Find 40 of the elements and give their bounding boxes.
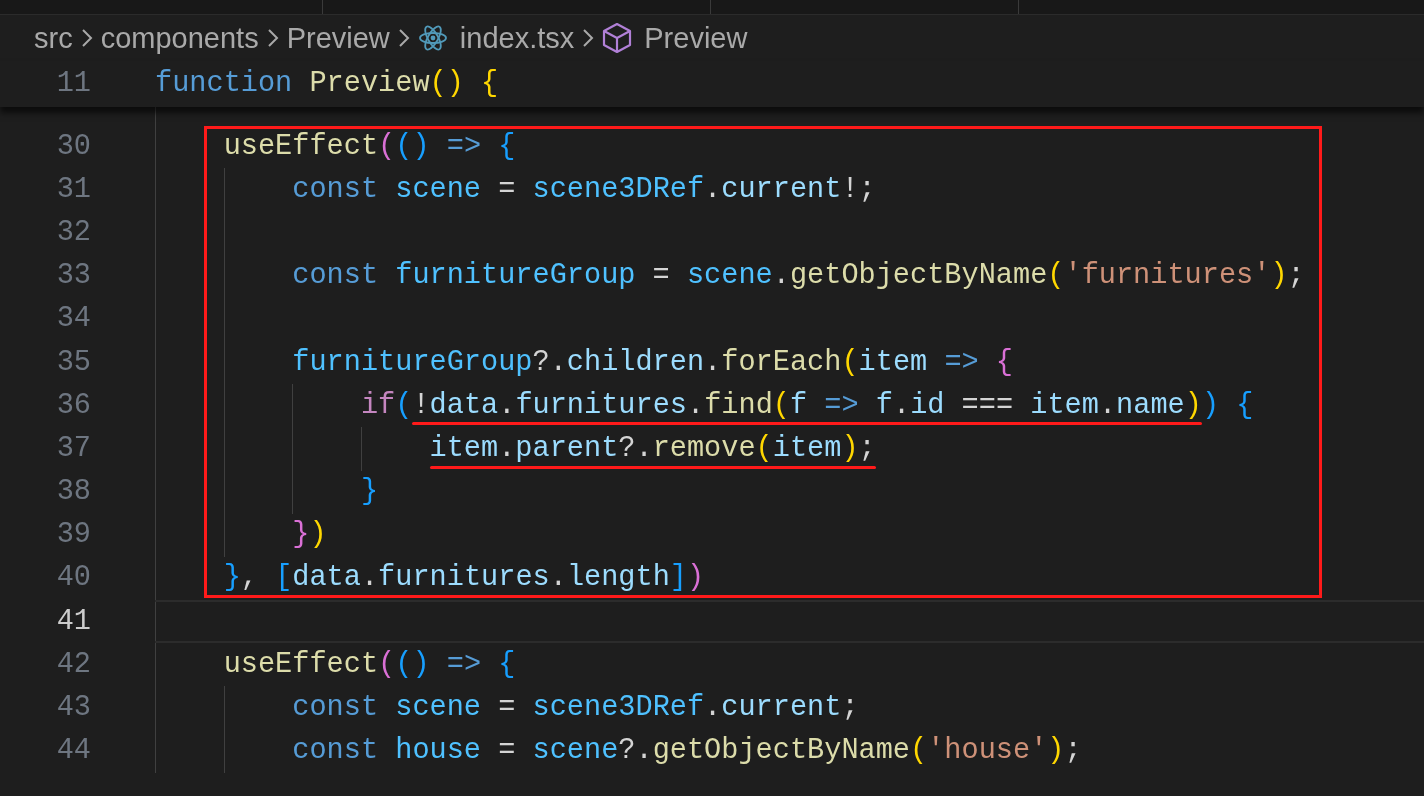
line-number: 44 [55,736,92,767]
breadcrumb-item[interactable]: index.tsx [459,21,575,55]
line-number: 33 [55,261,92,292]
line-number: 42 [55,649,92,680]
code-line: useEffect(() => { [223,131,516,162]
line-number: 32 [55,217,92,248]
line-number: 43 [55,693,92,724]
line-number: 40 [55,563,92,594]
breadcrumb-item[interactable]: components [100,21,259,55]
code-line: function Preview() { [155,69,499,99]
line-number: 38 [55,477,92,508]
code-line: item.parent?.remove(item); [429,433,876,464]
chevron-icon [266,28,279,48]
line-number: 35 [55,347,92,378]
code-line: const house = scene?.getObjectByName('house'); [292,736,1082,767]
line-number: 39 [55,520,92,551]
code-line: }) [292,520,327,551]
chevron-icon [80,28,93,48]
code-line: const scene = scene3DRef.current!; [292,174,876,205]
code-line: const furnitureGroup = scene.getObjectByName('furnitures'); [292,261,1305,292]
code-line: }, [data.furnitures.length]) [223,563,705,594]
breadcrumb-item[interactable]: Preview [286,21,390,55]
code-line: furnitureGroup?.children.forEach(item => { [292,347,1014,378]
line-number: 36 [55,390,92,421]
code-line: const scene = scene3DRef.current; [292,693,859,724]
line-number: 34 [55,304,92,335]
chevron-icon [582,28,595,48]
line-number: 11 [55,69,92,99]
line-number: 31 [55,174,92,205]
code-line: useEffect(() => { [223,649,516,680]
breadcrumb-item[interactable]: Preview [644,21,748,55]
line-number: 41 [55,606,92,637]
code-line: if(!data.furnitures.find(f => f.id === item.name)) { [360,390,1254,421]
line-number: 37 [55,433,92,464]
chevron-icon [397,28,410,48]
breadcrumb-item[interactable]: src [34,21,73,55]
line-number: 30 [55,131,92,162]
cube-icon [602,22,633,54]
code-line: } [360,477,379,508]
atom-icon [417,24,448,52]
